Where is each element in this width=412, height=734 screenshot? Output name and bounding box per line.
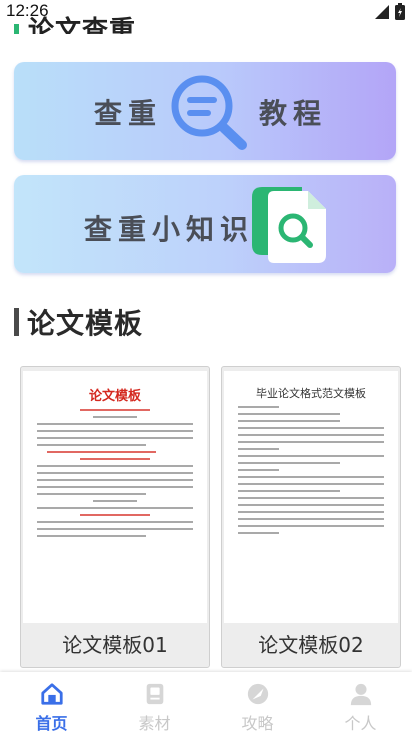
nav-label: 素材	[138, 714, 171, 733]
template-card-02[interactable]: 毕业论文格式范文模板 论文模板02	[221, 366, 401, 668]
battery-icon	[395, 3, 405, 20]
template-preview: 论文模板	[23, 371, 207, 623]
guide-icon	[247, 683, 268, 705]
template-card-label: 论文模板02	[258, 633, 364, 657]
plagiarism-tutorial-banner[interactable]: 查重 教程	[14, 62, 396, 160]
nav-label: 攻略	[241, 714, 274, 733]
template-preview: 毕业论文格式范文模板	[224, 371, 398, 623]
banner-right-text: 教程	[259, 97, 328, 130]
templates-section-title: 论文模板	[14, 305, 144, 340]
nav-item-guide[interactable]: 攻略	[206, 672, 309, 734]
top-section-heading-text: 论文查重	[28, 16, 137, 34]
template-card-label: 论文模板01	[62, 633, 168, 657]
doc-title: 论文模板	[88, 389, 141, 404]
signal-icon	[375, 5, 389, 19]
banner-text: 查重小知识	[84, 213, 255, 246]
bottom-nav: 首页 素材 攻略 个人	[0, 672, 412, 734]
person-icon	[350, 683, 371, 706]
heading-accent-bar	[14, 24, 19, 34]
status-icons	[374, 3, 406, 21]
nav-item-home[interactable]: 首页	[0, 672, 103, 734]
nav-label: 个人	[344, 714, 377, 733]
nav-item-profile[interactable]: 个人	[309, 672, 412, 734]
document-search-icon	[252, 187, 326, 263]
nav-label: 首页	[35, 714, 68, 733]
doc-title: 毕业论文格式范文模板	[256, 387, 366, 400]
section-accent-bar	[14, 308, 19, 336]
section-title-text: 论文模板	[27, 307, 144, 340]
template-card-01[interactable]: 论文模板 论文模板01	[20, 366, 210, 668]
plagiarism-knowledge-banner[interactable]: 查重小知识	[14, 175, 396, 273]
banner-left-text: 查重	[94, 97, 163, 130]
home-icon	[40, 683, 63, 705]
top-section-heading: 论文查重	[14, 14, 174, 34]
search-magnifier-icon	[171, 75, 247, 150]
material-icon	[146, 683, 163, 705]
nav-item-material[interactable]: 素材	[103, 672, 206, 734]
